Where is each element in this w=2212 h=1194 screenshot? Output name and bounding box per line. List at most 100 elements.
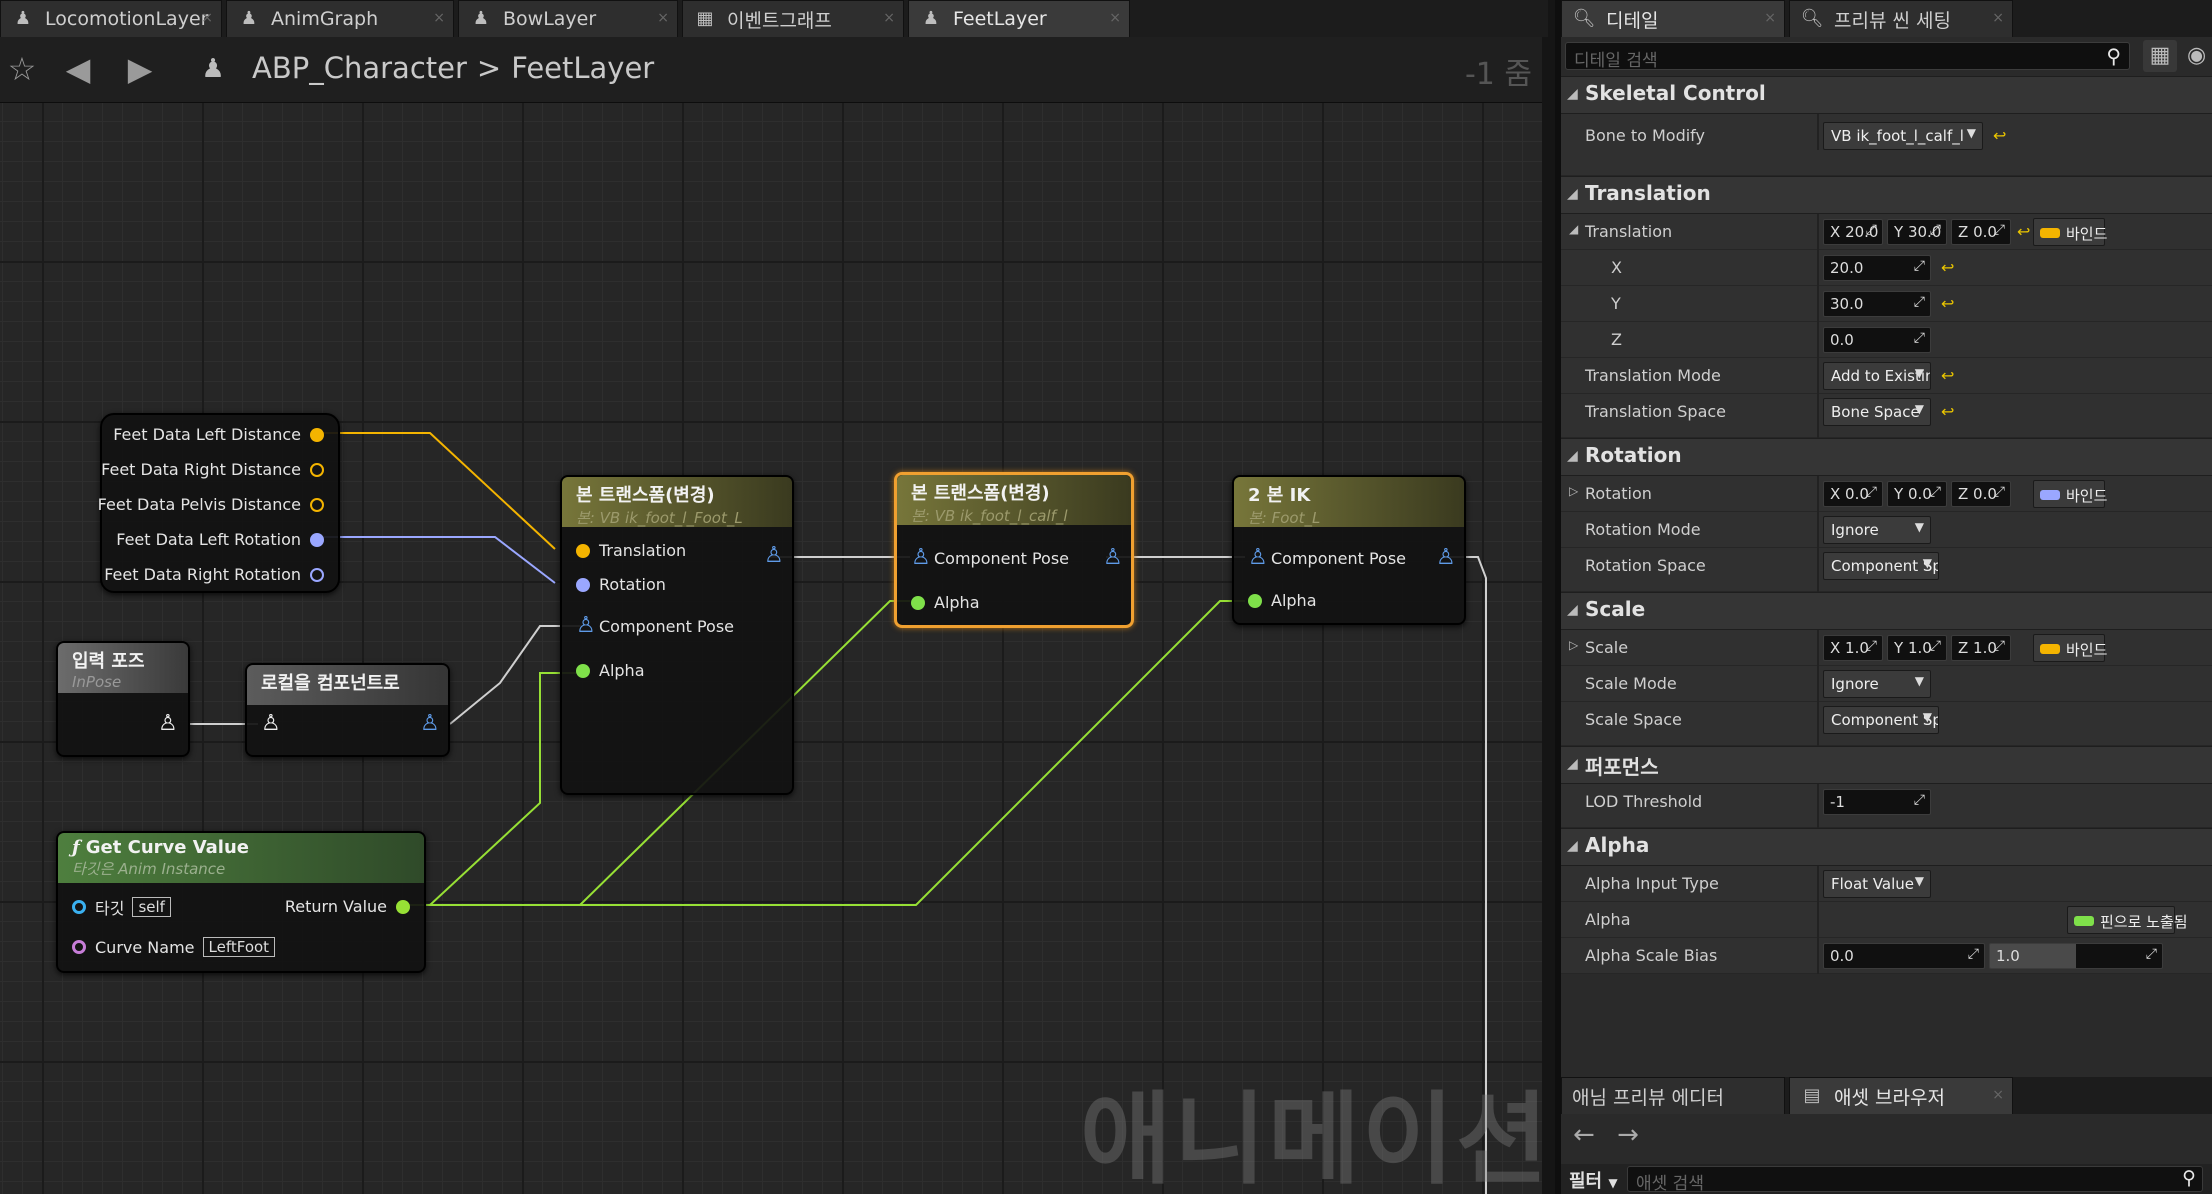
rotation-x-field[interactable]: X 0.0 ⤢ (1823, 481, 1883, 507)
view-options-icon[interactable]: ▦ (2143, 40, 2177, 72)
reset-arrow-icon[interactable]: ↩ (2017, 222, 2030, 241)
pose-output-pin[interactable]: ♙ (1103, 545, 1123, 571)
breadcrumb-root[interactable]: ABP_Character (252, 51, 467, 85)
two-bone-ik-node[interactable]: 2 본 IK 본: Foot_L ♙ Component Pose Alpha ♙ (1232, 475, 1466, 625)
alpha-pin[interactable]: Alpha (1248, 591, 1317, 610)
alpha-pin[interactable]: Alpha (911, 593, 980, 612)
anim-graph-canvas[interactable]: Feet Data Left Distance Feet Data Right … (0, 103, 1542, 1194)
object-pin-icon[interactable] (72, 900, 86, 914)
curve-name-pin[interactable]: Curve Name LeftFoot (72, 937, 276, 957)
component-pose-pin[interactable]: ♙ Component Pose (911, 545, 1069, 571)
close-icon[interactable]: × (657, 10, 669, 26)
get-curve-value-node[interactable]: ƒ Get Curve Value 타깃은 Anim Instance 타깃 sel… (56, 831, 426, 973)
translation-space-dropdown[interactable]: Bone Space ▼ (1823, 398, 1931, 426)
pose-pin-icon[interactable]: ♙ (576, 613, 596, 639)
translation-pin[interactable]: Translation (576, 541, 686, 560)
pin-left-distance[interactable]: Feet Data Left Distance (113, 425, 324, 444)
reset-arrow-icon[interactable]: ↩ (1941, 366, 1954, 385)
close-icon[interactable]: × (1992, 10, 2004, 26)
forward-arrow-icon[interactable]: → (1617, 1120, 1639, 1150)
bone-dropdown[interactable]: VB ik_foot_l_calf_l ▼ (1823, 122, 1983, 150)
pose-output-pin[interactable]: ♙ (1436, 545, 1456, 571)
tab-preview-scene-settings[interactable]: 🔍︎ 프리뷰 씬 세팅 × (1789, 0, 2013, 37)
rotation-bind-button[interactable]: 바인드 (2033, 480, 2107, 508)
tab-bowlayer[interactable]: ♟ BowLayer × (458, 0, 678, 37)
local-to-component-node[interactable]: 로컬을 컴포넌트로 ♙ ♙ (245, 663, 450, 757)
float-pin-icon[interactable] (576, 663, 590, 678)
section-rotation[interactable]: ◢ Rotation (1561, 438, 2212, 476)
back-arrow-icon[interactable]: ← (1573, 1120, 1595, 1150)
component-pose-output-pin[interactable]: ♙ (420, 711, 440, 737)
tab-feetlayer[interactable]: ♟ FeetLayer × (908, 0, 1130, 37)
scale-y-field[interactable]: Y 1.0 ⤢ (1887, 635, 1947, 661)
expand-arrow-icon[interactable]: ▷ (1569, 638, 1578, 652)
eye-icon[interactable]: ◉ (2187, 40, 2212, 72)
alpha-bias-min-input[interactable]: 0.0 ⤢ (1823, 943, 1985, 969)
pose-pin-icon[interactable]: ♙ (1436, 545, 1456, 571)
pin-pelvis-distance[interactable]: Feet Data Pelvis Distance (98, 495, 324, 514)
pose-pin-icon[interactable]: ♙ (420, 711, 440, 737)
feet-data-node[interactable]: Feet Data Left Distance Feet Data Right … (98, 413, 340, 593)
float-pin-icon[interactable] (911, 595, 925, 610)
section-translation[interactable]: ◢ Translation (1561, 176, 2212, 214)
reset-arrow-icon[interactable]: ↩ (1941, 294, 1954, 313)
alpha-pin[interactable]: Alpha (576, 661, 645, 680)
tab-animgraph[interactable]: ♟ AnimGraph × (226, 0, 454, 37)
translation-mode-dropdown[interactable]: Add to Existing▼ (1823, 362, 1931, 390)
asset-search-input[interactable]: 애셋 검색 ⚲ (1627, 1166, 2203, 1194)
translation-x-input[interactable]: 20.0 ⤢ (1823, 255, 1931, 281)
pose-pin-icon[interactable]: ♙ (158, 711, 178, 737)
pose-pin-icon[interactable]: ♙ (1103, 545, 1123, 571)
translation-bind-button[interactable]: 바인드 (2033, 218, 2107, 246)
target-value[interactable]: self (132, 897, 171, 917)
close-icon[interactable]: × (433, 10, 445, 26)
close-icon[interactable]: × (883, 10, 895, 26)
close-icon[interactable]: × (201, 10, 213, 26)
scale-z-field[interactable]: Z 1.0 ⤢ (1951, 635, 2011, 661)
lod-threshold-input[interactable]: -1 ⤢ (1823, 789, 1931, 815)
alpha-input-type-dropdown[interactable]: Float Value ▼ (1823, 870, 1931, 898)
pose-output-pin[interactable]: ♙ (764, 543, 784, 569)
local-pose-input-pin[interactable]: ♙ (261, 711, 281, 737)
scale-bind-button[interactable]: 바인드 (2033, 634, 2107, 662)
translation-x-field[interactable]: X 20.0 ⤢ (1823, 219, 1883, 245)
translation-y-input[interactable]: 30.0 ⤢ (1823, 291, 1931, 317)
filter-button[interactable]: 필터 ▼ (1569, 1167, 1618, 1193)
close-icon[interactable]: × (1764, 10, 1776, 26)
scale-space-dropdown[interactable]: Component Space▼ (1823, 706, 1939, 734)
scale-mode-dropdown[interactable]: Ignore ▼ (1823, 670, 1931, 698)
name-pin-icon[interactable] (72, 940, 86, 954)
float-pin-icon[interactable] (576, 543, 590, 558)
rotation-mode-dropdown[interactable]: Ignore ▼ (1823, 516, 1931, 544)
translation-z-input[interactable]: 0.0 ⤢ (1823, 327, 1931, 353)
forward-arrow-icon[interactable]: ▶ (120, 49, 160, 89)
pin-right-rotation[interactable]: Feet Data Right Rotation (104, 565, 324, 584)
rotation-z-field[interactable]: Z 0.0 ⤢ (1951, 481, 2011, 507)
translation-z-field[interactable]: Z 0.0 ⤢ (1951, 219, 2011, 245)
rotation-space-dropdown[interactable]: Component Space▼ (1823, 552, 1939, 580)
reset-arrow-icon[interactable]: ↩ (1941, 258, 1954, 277)
pose-pin-icon[interactable]: ♙ (1248, 545, 1268, 571)
favorite-star-icon[interactable]: ☆ (2, 49, 42, 89)
transform-bone-node-1[interactable]: 본 트랜스폼(변경) 본: VB ik_foot_l_Foot_L Transl… (560, 475, 794, 795)
close-icon[interactable]: × (1109, 10, 1121, 26)
alpha-pin-exposed-button[interactable]: 핀으로 노출됨 (2067, 906, 2188, 934)
rotation-pin[interactable]: Rotation (576, 575, 666, 594)
pin-right-distance[interactable]: Feet Data Right Distance (101, 460, 324, 479)
float-pin-icon[interactable] (310, 497, 324, 512)
tab-details[interactable]: 🔍︎ 디테일 × (1561, 0, 1785, 37)
float-pin-icon[interactable] (310, 427, 324, 442)
pose-output-pin[interactable]: ♙ (158, 711, 178, 737)
section-scale[interactable]: ◢ Scale (1561, 592, 2212, 630)
rotator-pin-icon[interactable] (576, 577, 590, 592)
component-pose-pin[interactable]: ♙ Component Pose (576, 613, 734, 639)
section-performance[interactable]: ◢ 퍼포먼스 (1561, 746, 2212, 784)
component-pose-pin[interactable]: ♙ Component Pose (1248, 545, 1406, 571)
rotation-y-field[interactable]: Y 0.0 ⤢ (1887, 481, 1947, 507)
details-search-input[interactable]: 디테일 검색 ⚲ (1565, 42, 2130, 71)
pose-pin-icon[interactable]: ♙ (911, 545, 931, 571)
target-pin[interactable]: 타깃 self (72, 895, 171, 919)
pose-pin-icon[interactable]: ♙ (764, 543, 784, 569)
translation-y-field[interactable]: Y 30.0 ⤢ (1887, 219, 1947, 245)
section-skeletal-control[interactable]: ◢ Skeletal Control (1561, 76, 2212, 114)
